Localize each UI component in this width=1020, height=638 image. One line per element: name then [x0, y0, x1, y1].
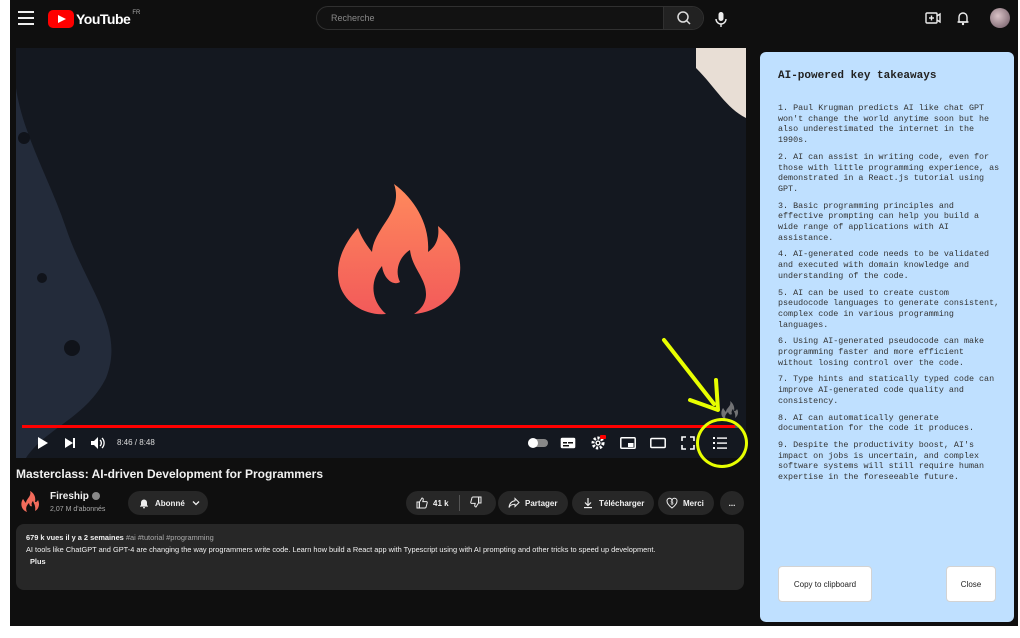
next-button[interactable]	[60, 432, 80, 454]
subtitles-icon	[560, 437, 576, 449]
fullscreen-button[interactable]	[678, 432, 698, 454]
channel-avatar[interactable]	[18, 490, 42, 514]
takeaway-item: 7. Type hints and statically typed code …	[778, 374, 995, 406]
miniplayer-icon	[620, 437, 636, 449]
takeaway-item: 6. Using AI-generated pseudocode can mak…	[778, 336, 985, 368]
video-player[interactable]: 8:46 / 8:48	[16, 48, 746, 458]
time-display: 8:46 / 8:48	[117, 438, 155, 447]
thanks-label: Merci	[683, 498, 704, 508]
takeaway-item: 4. AI-generated code needs to be validat…	[778, 249, 990, 281]
chevron-down-icon	[192, 501, 200, 506]
like-dislike-group: 41 k	[406, 491, 496, 515]
search-input[interactable]	[317, 7, 663, 29]
play-icon	[38, 437, 48, 449]
logo-country-code: FR	[132, 10, 141, 16]
like-button[interactable]: 41 k	[416, 497, 449, 509]
volume-button[interactable]	[88, 432, 108, 454]
logo-text: YouTube	[76, 11, 131, 27]
like-count: 41 k	[433, 498, 449, 508]
miniplayer-button[interactable]	[618, 432, 638, 454]
top-bar: YouTube FR	[10, 0, 1018, 38]
create-button[interactable]	[924, 9, 942, 27]
notifications-button[interactable]	[954, 9, 972, 27]
youtube-play-logo-icon	[48, 10, 74, 28]
share-button[interactable]: Partager	[498, 491, 568, 515]
more-actions-label: ...	[728, 498, 736, 508]
search-icon	[677, 11, 691, 25]
dislike-button[interactable]	[469, 496, 487, 510]
autoplay-toggle[interactable]	[526, 432, 550, 454]
views-and-date: 679 k vues il y a 2 semaines	[26, 533, 124, 542]
user-avatar[interactable]	[990, 8, 1010, 28]
takeaway-item: 1. Paul Krugman predicts AI like chat GP…	[778, 103, 990, 146]
takeaway-item: 3. Basic programming principles and effe…	[778, 200, 980, 243]
settings-button[interactable]	[588, 432, 608, 454]
download-button[interactable]: Télécharger	[572, 491, 654, 515]
like-divider	[458, 495, 460, 511]
fireship-flame-logo	[338, 184, 461, 315]
voice-search-button[interactable]	[710, 8, 732, 30]
next-icon	[65, 438, 75, 448]
channel-name[interactable]: Fireship	[50, 491, 100, 502]
youtube-logo[interactable]: YouTube FR	[48, 9, 140, 29]
background-shape	[16, 48, 112, 458]
hamburger-menu-icon[interactable]	[18, 11, 34, 25]
copy-to-clipboard-button[interactable]: Copy to clipboard	[778, 566, 872, 602]
thumbs-down-icon	[469, 496, 482, 508]
description-box[interactable]: 679 k vues il y a 2 semaines #ai #tutori…	[16, 524, 744, 590]
bell-icon	[140, 499, 148, 509]
verified-badge-icon	[91, 492, 100, 501]
panel-title: AI-powered key takeaways	[778, 70, 937, 82]
gear-icon	[591, 435, 606, 450]
search-button[interactable]	[663, 7, 703, 29]
subscriber-count: 2,07 M d'abonnés	[50, 506, 106, 513]
fullscreen-icon	[681, 436, 695, 450]
channel-name-text: Fireship	[50, 491, 89, 502]
search-box	[316, 6, 704, 30]
description-text: AI tools like ChatGPT and GPT-4 are chan…	[26, 545, 656, 554]
bell-icon	[957, 12, 969, 26]
takeaway-item: 2. AI can assist in writing code, even f…	[778, 151, 1000, 194]
play-button[interactable]	[32, 432, 52, 454]
subscribed-label: Abonné	[155, 498, 185, 508]
super-thanks-icon: $	[666, 497, 678, 509]
share-label: Partager	[525, 498, 558, 508]
share-icon	[508, 497, 520, 508]
microphone-icon	[715, 12, 727, 27]
takeaway-item: 8. AI can automatically generate documen…	[778, 412, 975, 434]
corner-decoration	[696, 48, 746, 118]
thanks-button[interactable]: $ Merci	[658, 491, 714, 515]
takeaway-item: 9. Despite the productivity boost, AI's …	[778, 439, 985, 483]
volume-icon	[91, 437, 105, 449]
download-icon	[584, 498, 592, 509]
annotation-highlight-circle	[696, 418, 748, 468]
theater-mode-icon	[650, 437, 666, 449]
subscribed-button[interactable]: Abonné	[128, 491, 208, 515]
svg-text:$: $	[671, 501, 674, 507]
thumbs-up-icon	[416, 497, 428, 509]
progress-bar[interactable]	[22, 425, 738, 428]
video-title: Masterclass: AI-driven Development for P…	[16, 467, 323, 481]
hashtags[interactable]: #ai #tutorial #programming	[126, 533, 214, 542]
key-takeaways-panel: AI-powered key takeaways 1. Paul Krugman…	[760, 52, 1014, 622]
create-video-icon	[925, 12, 941, 24]
show-more-link[interactable]: Plus	[30, 556, 734, 568]
close-button[interactable]: Close	[946, 566, 996, 602]
download-label: Télécharger	[599, 498, 645, 508]
subtitles-button[interactable]	[558, 432, 578, 454]
progress-bar-fill	[22, 425, 736, 428]
takeaway-item: 5. AI can be used to create custom pseud…	[778, 287, 1000, 330]
autoplay-toggle-icon	[528, 438, 548, 448]
theater-mode-button[interactable]	[648, 432, 668, 454]
takeaways-list: 1. Paul Krugman predicts AI like chat GP…	[778, 103, 1000, 489]
more-actions-button[interactable]: ...	[720, 491, 744, 515]
annotation-arrow	[662, 338, 720, 412]
